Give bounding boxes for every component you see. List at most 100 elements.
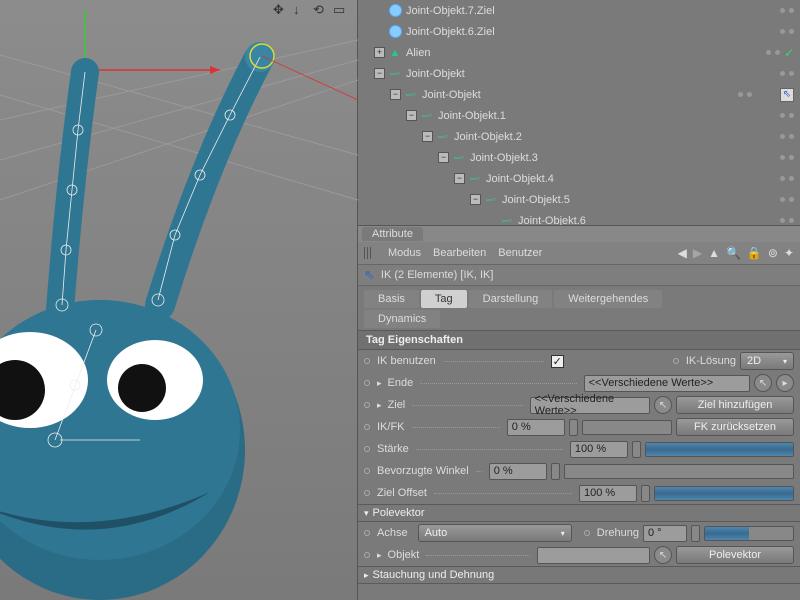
label-objekt: Objekt	[388, 549, 420, 561]
tree-item-label: Joint-Objekt.2	[454, 131, 800, 143]
menu-icon[interactable]: ▸	[776, 374, 794, 392]
attribute-manager: Attribute Modus Bearbeiten Benutzer ◀ ▶ …	[358, 225, 800, 600]
menu-benutzer[interactable]: Benutzer	[498, 247, 542, 259]
tree-row[interactable]: +▲Alien	[358, 42, 800, 63]
label-ik-benutzen: IK benutzen	[377, 355, 436, 367]
spinner-staerke[interactable]	[632, 441, 641, 458]
object-manager[interactable]: Joint-Objekt.7.Ziel Joint-Objekt.6.Ziel +▲…	[358, 0, 800, 225]
field-drehung[interactable]: 0 °	[643, 525, 687, 542]
field-staerke[interactable]: 100 %	[570, 441, 628, 458]
tree-item-label: Joint-Objekt	[406, 68, 800, 80]
keyframe-bullet[interactable]	[364, 380, 370, 386]
slider-staerke[interactable]	[645, 442, 794, 457]
expand-icon[interactable]: −	[390, 89, 401, 100]
subheader-polevektor[interactable]: ▾ Polevektor	[358, 504, 800, 522]
tab-dynamics[interactable]: Dynamics	[364, 310, 440, 328]
null-object-icon	[388, 25, 402, 39]
spinner-ikfk[interactable]	[569, 419, 578, 436]
slider-drehung[interactable]	[704, 526, 794, 541]
viewport-scene	[0, 0, 358, 600]
field-zieloffset[interactable]: 100 %	[579, 485, 637, 502]
spinner-zieloffset[interactable]	[641, 485, 650, 502]
tab-tag[interactable]: Tag	[421, 290, 467, 308]
keyframe-bullet[interactable]	[584, 530, 590, 536]
checkbox-ik-benutzen[interactable]: ✓	[551, 355, 564, 368]
label-zieloffset: Ziel Offset	[377, 487, 427, 499]
spinner-bevwinkel[interactable]	[551, 463, 560, 480]
keyframe-bullet[interactable]	[673, 358, 679, 364]
expand-icon[interactable]: −	[406, 110, 417, 121]
keyframe-bullet[interactable]	[364, 402, 370, 408]
subheader-stauchung[interactable]: ▸ Stauchung und Dehnung	[358, 566, 800, 584]
disclosure-icon: ▸	[364, 570, 369, 581]
lock-icon[interactable]: 🔒	[747, 246, 762, 260]
btn-ziel-hinzufuegen[interactable]: Ziel hinzufügen	[676, 396, 794, 414]
field-ikfk[interactable]: 0 %	[507, 419, 565, 436]
tree-item-label: Joint-Objekt.3	[470, 152, 800, 164]
expand-icon[interactable]: −	[470, 194, 481, 205]
expand-icon[interactable]: −	[438, 152, 449, 163]
menu-modus[interactable]: Modus	[388, 247, 421, 259]
tree-item-label: Joint-Objekt.6.Ziel	[406, 26, 800, 38]
slider-ikfk[interactable]	[582, 420, 672, 435]
expand-icon[interactable]: −	[374, 68, 385, 79]
search-icon[interactable]: 🔍	[726, 246, 741, 260]
tree-item-label: Joint-Objekt.6	[518, 215, 800, 226]
field-ziel[interactable]: <<Verschiedene Werte>>	[530, 397, 650, 414]
expand-icon[interactable]: +	[374, 47, 385, 58]
keyframe-bullet[interactable]	[364, 446, 370, 452]
new-icon[interactable]: ✦	[784, 246, 794, 260]
slider-bevwinkel[interactable]	[564, 464, 794, 479]
btn-fk-reset[interactable]: FK zurücksetzen	[676, 418, 794, 436]
tree-row[interactable]: ⎯◦ Joint-Objekt.6	[358, 210, 800, 225]
keyframe-bullet[interactable]	[364, 490, 370, 496]
tree-row[interactable]: −⎯◦Joint-Objekt.3	[358, 147, 800, 168]
tab-darstellung[interactable]: Darstellung	[469, 290, 553, 308]
tab-weitergehendes[interactable]: Weitergehendes	[554, 290, 662, 308]
keyframe-bullet[interactable]	[364, 424, 370, 430]
tree-row[interactable]: −⎯◦Joint-Objekt.1	[358, 105, 800, 126]
tree-row[interactable]: −⎯◦Joint-Objekt.5	[358, 189, 800, 210]
field-bevwinkel[interactable]: 0 %	[489, 463, 547, 480]
label-ikfk: IK/FK	[377, 421, 405, 433]
pick-icon[interactable]: ↖	[654, 546, 672, 564]
slider-zieloffset[interactable]	[654, 486, 794, 501]
pick-icon[interactable]: ↖	[754, 374, 772, 392]
pick-icon[interactable]: ↖	[654, 396, 672, 414]
field-objekt[interactable]	[537, 547, 650, 564]
dropdown-ik-loesung[interactable]: 2D▾	[740, 352, 794, 370]
forward-icon[interactable]: ▶	[693, 246, 702, 260]
expand-icon[interactable]: −	[422, 131, 433, 142]
btn-polevektor[interactable]: Polevektor	[676, 546, 794, 564]
tree-row[interactable]: −⎯◦Joint-Objekt.2	[358, 126, 800, 147]
drag-handle-icon[interactable]	[364, 247, 372, 259]
viewport-3d[interactable]: ✥ ↓ ⟲ ▭	[0, 0, 358, 600]
check-icon[interactable]: ✓	[784, 46, 794, 60]
tree-row[interactable]: Joint-Objekt.6.Ziel	[358, 21, 800, 42]
label-ik-loesung: IK-Lösung	[686, 355, 736, 367]
field-ende[interactable]: <<Verschiedene Werte>>	[584, 375, 750, 392]
keyframe-bullet[interactable]	[364, 468, 370, 474]
keyframe-bullet[interactable]	[364, 530, 370, 536]
expand-icon[interactable]: −	[454, 173, 465, 184]
target-icon[interactable]: ⊚	[768, 246, 778, 260]
tree-row[interactable]: −⎯◦Joint-Objekt.4	[358, 168, 800, 189]
back-icon[interactable]: ◀	[678, 246, 687, 260]
menu-bearbeiten[interactable]: Bearbeiten	[433, 247, 486, 259]
attr-panel-title: Attribute	[362, 227, 423, 241]
tab-basis[interactable]: Basis	[364, 290, 419, 308]
spinner-drehung[interactable]	[691, 525, 700, 542]
attr-tabs: Basis Tag Darstellung Weitergehendes	[358, 286, 800, 310]
tree-row[interactable]: −⎯◦Joint-Objekt	[358, 84, 800, 105]
attr-element-label: IK (2 Elemente) [IK, IK]	[381, 269, 494, 281]
tree-row[interactable]: Joint-Objekt.7.Ziel	[358, 0, 800, 21]
up-icon[interactable]: ▲	[708, 246, 720, 260]
dropdown-achse[interactable]: Auto▾	[418, 524, 572, 542]
joint-icon: ⎯◦	[500, 214, 514, 226]
tree-row[interactable]: −⎯◦Joint-Objekt	[358, 63, 800, 84]
ik-tag-icon[interactable]: ⇖	[780, 88, 794, 102]
keyframe-bullet[interactable]	[364, 358, 370, 364]
attr-tabs-2: Dynamics	[358, 310, 800, 330]
attr-tab-header: Attribute	[358, 226, 800, 242]
keyframe-bullet[interactable]	[364, 552, 370, 558]
